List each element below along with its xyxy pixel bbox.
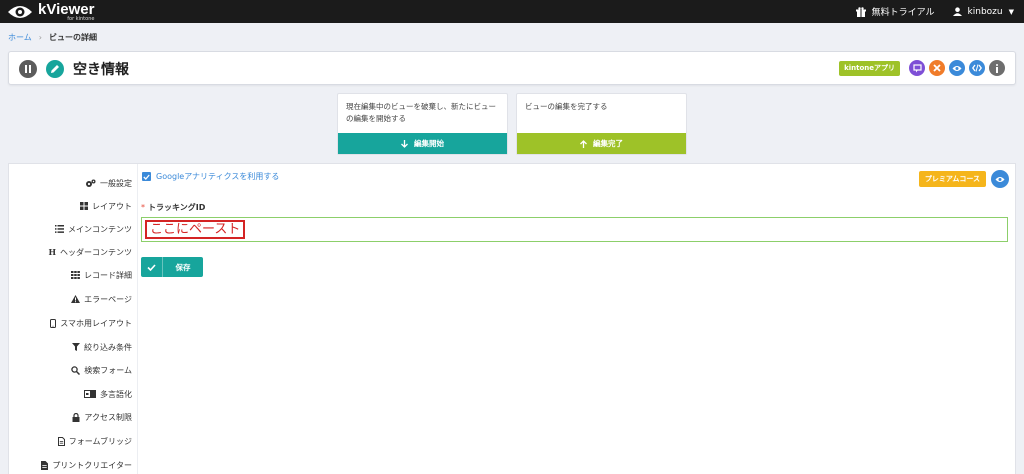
info-icon (996, 63, 998, 73)
view-header: 空き情報 kintoneアプリ (8, 51, 1016, 85)
breadcrumb-current: ビューの詳細 (48, 33, 97, 42)
menu-item-label: スマホ用レイアウト (60, 318, 132, 328)
edit-finish-label: 編集完了 (593, 139, 623, 148)
app-name: kViewer (38, 0, 95, 18)
kintone-app-button[interactable]: kintoneアプリ (839, 60, 900, 76)
window-icon (912, 63, 922, 72)
gift-icon (855, 6, 866, 17)
code-icon (972, 64, 982, 72)
close-icon (933, 64, 941, 72)
user-menu[interactable]: kinbozu ▼ (952, 6, 1014, 17)
embed-code-button[interactable] (969, 60, 985, 76)
mobile-icon (50, 318, 57, 328)
edit-title-button[interactable] (46, 60, 64, 78)
settings-panel: 一般設定 レイアウト メインコンテンツ H ヘッダーコンテンツ レコード詳細 エ… (8, 163, 1016, 474)
table-icon (71, 271, 80, 279)
menu-item-multilingual[interactable]: 多言語化 (84, 387, 132, 401)
edit-finish-description: ビューの編集を完了する (525, 102, 608, 111)
edit-finish-panel: ビューの編集を完了する 編集完了 (516, 93, 687, 155)
menu-item-label: フォームブリッジ (68, 436, 132, 446)
pencil-icon (51, 65, 59, 73)
tracking-id-label-text: トラッキングID (148, 203, 206, 212)
caret-down-icon: ▼ (1008, 7, 1014, 16)
menu-item-label: 絞り込み条件 (84, 342, 132, 352)
check-icon (141, 257, 163, 277)
menu-item-label: 一般設定 (100, 178, 132, 188)
menu-item-record-detail[interactable]: レコード詳細 (71, 268, 132, 282)
arrow-up-icon (580, 139, 587, 148)
lock-icon (72, 412, 80, 422)
gears-icon (85, 179, 96, 188)
menu-item-label: 検索フォーム (84, 365, 132, 375)
menu-item-layout[interactable]: レイアウト (80, 199, 132, 213)
preview-eye-button[interactable] (991, 170, 1009, 188)
menu-item-general[interactable]: 一般設定 (85, 176, 132, 190)
breadcrumb: ホーム › ビューの詳細 (8, 32, 97, 43)
document-icon (41, 460, 49, 470)
required-mark: * (141, 203, 145, 212)
checkmark-icon (143, 174, 150, 180)
delete-button[interactable] (929, 60, 945, 76)
ga-checkbox[interactable] (142, 172, 151, 181)
ga-checkbox-row[interactable]: Googleアナリティクスを利用する (142, 171, 279, 182)
menu-item-access-control[interactable]: アクセス制限 (72, 410, 132, 424)
heading-icon: H (48, 247, 56, 257)
warning-icon (71, 295, 81, 303)
eye-icon (995, 176, 1005, 182)
save-label: 保存 (175, 262, 191, 272)
edit-finish-button[interactable]: 編集完了 (517, 133, 686, 154)
premium-course-badge[interactable]: プレミアムコース (918, 171, 986, 187)
menu-item-form-bridge[interactable]: フォームブリッジ (57, 434, 132, 448)
breadcrumb-separator: › (38, 33, 42, 42)
preview-window-button[interactable] (909, 60, 925, 76)
eye-icon (952, 65, 962, 71)
ga-settings-content: Googleアナリティクスを利用する プレミアムコース * トラッキングID ここ… (137, 164, 1017, 474)
grid-icon (80, 202, 88, 210)
user-name: kinbozu (967, 6, 1003, 17)
app-logo[interactable]: kViewer for kintone (6, 2, 94, 22)
menu-item-label: アクセス制限 (84, 412, 132, 422)
filter-icon (72, 343, 80, 351)
menu-item-label: 多言語化 (100, 389, 132, 399)
menu-item-header-content[interactable]: H ヘッダーコンテンツ (48, 245, 132, 259)
tracking-id-input[interactable]: ここにペースト (141, 217, 1008, 242)
menu-item-mobile-layout[interactable]: スマホ用レイアウト (50, 316, 132, 330)
preview-button[interactable] (949, 60, 965, 76)
edit-start-description: 現在編集中のビューを破棄し、新たにビューの編集を開始する (346, 102, 496, 123)
pause-button[interactable] (19, 60, 37, 78)
menu-item-label: レコード詳細 (84, 270, 132, 280)
edit-start-label: 編集開始 (414, 139, 444, 148)
menu-item-label: プリントクリエイター (52, 460, 132, 470)
list-icon (55, 225, 64, 233)
menu-item-search-form[interactable]: 検索フォーム (71, 363, 132, 377)
top-bar: kViewer for kintone 無料トライアル kinbozu ▼ (0, 0, 1024, 23)
save-button[interactable]: 保存 (141, 257, 203, 277)
menu-item-label: レイアウト (92, 201, 132, 211)
search-icon (71, 365, 81, 375)
menu-item-label: ヘッダーコンテンツ (60, 247, 132, 257)
edit-start-panel: 現在編集中のビューを破棄し、新たにビューの編集を開始する 編集開始 (337, 93, 508, 155)
free-trial-label: 無料トライアル (871, 8, 935, 18)
menu-item-label: エラーページ (84, 294, 132, 304)
arrow-down-icon (401, 139, 408, 148)
free-trial-link[interactable]: 無料トライアル (855, 5, 935, 18)
menu-item-error-page[interactable]: エラーページ (71, 292, 132, 306)
user-icon (952, 7, 962, 16)
ga-checkbox-label: Googleアナリティクスを利用する (156, 172, 280, 181)
eye-logo-icon (8, 6, 32, 18)
page-title: 空き情報 (73, 62, 129, 78)
menu-item-label: メインコンテンツ (68, 224, 132, 234)
info-button[interactable] (989, 60, 1005, 76)
paste-here-annotation: ここにペースト (145, 220, 246, 239)
menu-item-print-creator[interactable]: プリントクリエイター (41, 458, 132, 472)
menu-item-filter[interactable]: 絞り込み条件 (72, 340, 132, 354)
edit-start-button[interactable]: 編集開始 (338, 133, 507, 154)
breadcrumb-home-link[interactable]: ホーム (8, 32, 32, 43)
language-icon (84, 390, 96, 398)
menu-item-main-content[interactable]: メインコンテンツ (55, 222, 132, 236)
settings-side-menu: 一般設定 レイアウト メインコンテンツ H ヘッダーコンテンツ レコード詳細 エ… (9, 164, 132, 474)
tracking-id-label: * トラッキングID (141, 202, 205, 213)
file-icon (57, 436, 65, 446)
